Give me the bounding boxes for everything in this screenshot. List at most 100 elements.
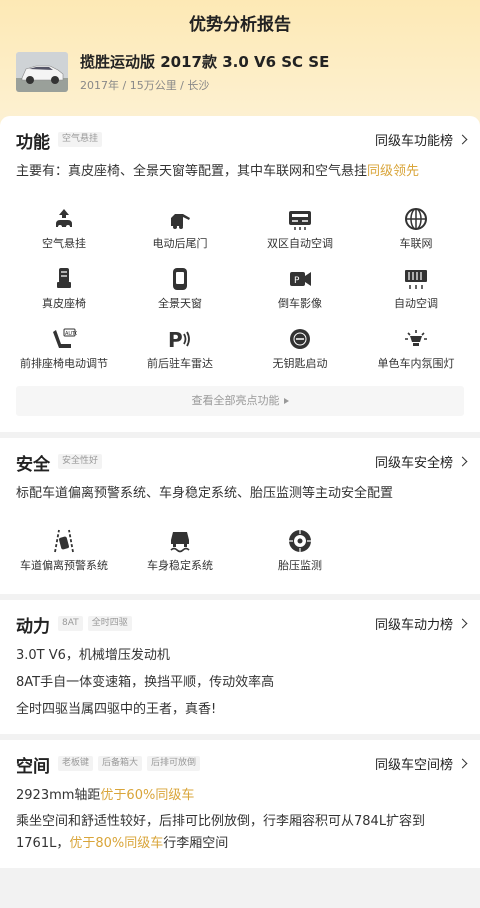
car-meta: 2017年 / 15万公里 / 长沙: [80, 77, 209, 93]
function-description: 主要有：真皮座椅、全景天窗等配置，其中车联网和空气悬挂同级领先: [16, 160, 466, 184]
feature-label: 空气悬挂: [4, 235, 124, 251]
power-tag: 全时四驱: [88, 616, 132, 631]
space-card: 空间 老板键 后备箱大 后排可放倒 同级车空间榜 2923mm轴距优于60%同级…: [0, 740, 480, 868]
feature-label: 单色车内氛围灯: [356, 355, 476, 371]
car-thumbnail: [16, 52, 68, 92]
chevron-right-icon: [458, 135, 468, 145]
space-tag: 后排可放倒: [147, 756, 200, 771]
feature-label: 车联网: [356, 235, 476, 251]
feature-item[interactable]: 车身稳定系统: [120, 528, 240, 573]
power-tailgate-icon: [167, 206, 193, 232]
function-title: 功能: [16, 128, 50, 153]
power-line: 3.0T V6，机械增压发动机: [16, 644, 466, 663]
panoramic-sunroof-icon: [167, 266, 193, 292]
function-tags: 空气悬挂: [58, 132, 102, 147]
feature-item[interactable]: 自动空调: [356, 266, 476, 311]
power-tags: 8AT 全时四驱: [58, 616, 132, 631]
space-rank-link[interactable]: 同级车空间榜: [375, 754, 466, 773]
space-line2-text: 乘坐空间和舒适性较好，后排可比例放倒，行李厢容积可从784L扩容到: [16, 814, 425, 829]
feature-item[interactable]: 电动后尾门: [120, 206, 240, 251]
feature-label: 全景天窗: [120, 295, 240, 311]
triangle-right-icon: [284, 398, 289, 404]
feature-item[interactable]: 无钥匙启动: [240, 326, 360, 371]
feature-label: 自动空调: [356, 295, 476, 311]
svg-text:P: P: [168, 328, 183, 352]
feature-item[interactable]: 双区自动空调: [240, 206, 360, 251]
space-header: 空间 老板键 后备箱大 后排可放倒 同级车空间榜: [16, 752, 466, 776]
space-tag: 后备箱大: [98, 756, 142, 771]
space-line1-highlight: 优于60%同级车: [100, 788, 194, 803]
feature-label: 真皮座椅: [4, 295, 124, 311]
space-line2-prefix: 1761L，: [16, 836, 69, 851]
power-seat-icon: AUTO: [51, 326, 77, 352]
space-tag: 老板键: [58, 756, 93, 771]
car-name: 揽胜运动版 2017款 3.0 V6 SC SE: [80, 51, 329, 72]
power-tag: 8AT: [58, 616, 83, 631]
parking-radar-icon: P: [167, 326, 193, 352]
page-title: 优势分析报告: [0, 10, 480, 35]
function-header: 功能 空气悬挂 同级车功能榜: [16, 128, 466, 152]
safety-tags: 安全性好: [58, 454, 102, 469]
see-all-features-button[interactable]: 查看全部亮点功能: [16, 386, 464, 416]
chevron-right-icon: [458, 619, 468, 629]
feature-label: 倒车影像: [240, 295, 360, 311]
feature-label: 前后驻车雷达: [120, 355, 240, 371]
feature-label: 前排座椅电动调节: [4, 355, 124, 371]
function-rank-label: 同级车功能榜: [375, 130, 453, 149]
svg-text:AUTO: AUTO: [65, 331, 77, 337]
space-title: 空间: [16, 752, 50, 777]
safety-header: 安全 安全性好 同级车安全榜: [16, 450, 466, 474]
space-rank-label: 同级车空间榜: [375, 754, 453, 773]
space-line2-suffix: 行李厢空间: [163, 836, 228, 851]
feature-label: 胎压监测: [240, 557, 360, 573]
see-all-label: 查看全部亮点功能: [192, 394, 280, 407]
auto-ac-icon: [403, 266, 429, 292]
feature-item[interactable]: 空气悬挂: [4, 206, 124, 251]
power-title: 动力: [16, 612, 50, 637]
feature-item[interactable]: 车联网: [356, 206, 476, 251]
space-tags: 老板键 后备箱大 后排可放倒: [58, 756, 200, 771]
space-line2-highlight: 优于80%同级车: [69, 836, 163, 851]
safety-title: 安全: [16, 450, 50, 475]
feature-item[interactable]: 车道偏离预警系统: [4, 528, 124, 573]
function-rank-link[interactable]: 同级车功能榜: [375, 130, 466, 149]
feature-item[interactable]: 全景天窗: [120, 266, 240, 311]
feature-label: 无钥匙启动: [240, 355, 360, 371]
space-trunk-line: 乘坐空间和舒适性较好，后排可比例放倒，行李厢容积可从784L扩容到 1761L，…: [16, 811, 466, 855]
function-card: 功能 空气悬挂 同级车功能榜 主要有：真皮座椅、全景天窗等配置，其中车联网和空气…: [0, 116, 480, 432]
power-rank-link[interactable]: 同级车动力榜: [375, 614, 466, 633]
chevron-right-icon: [458, 759, 468, 769]
power-card: 动力 8AT 全时四驱 同级车动力榜 3.0T V6，机械增压发动机 8AT手自…: [0, 600, 480, 734]
feature-label: 电动后尾门: [120, 235, 240, 251]
ambient-light-icon: [403, 326, 429, 352]
space-line1-text: 2923mm轴距: [16, 788, 100, 803]
car-header: 揽胜运动版 2017款 3.0 V6 SC SE 2017年 / 15万公里 /…: [16, 50, 464, 102]
connected-car-icon: [403, 206, 429, 232]
feature-item[interactable]: 单色车内氛围灯: [356, 326, 476, 371]
tire-pressure-icon: [287, 528, 313, 554]
function-desc-text: 主要有：真皮座椅、全景天窗等配置，其中车联网和空气悬挂: [16, 164, 367, 179]
feature-label: 双区自动空调: [240, 235, 360, 251]
svg-text:P: P: [294, 276, 300, 286]
feature-label: 车道偏离预警系统: [4, 557, 124, 573]
power-header: 动力 8AT 全时四驱 同级车动力榜: [16, 612, 466, 636]
dual-zone-ac-icon: [287, 206, 313, 232]
safety-rank-link[interactable]: 同级车安全榜: [375, 452, 466, 471]
feature-item[interactable]: 真皮座椅: [4, 266, 124, 311]
lane-departure-icon: [51, 528, 77, 554]
feature-item[interactable]: P 前后驻车雷达: [120, 326, 240, 371]
feature-item[interactable]: P 倒车影像: [240, 266, 360, 311]
leather-seat-icon: [51, 266, 77, 292]
reverse-camera-icon: P: [287, 266, 313, 292]
function-tag: 空气悬挂: [58, 132, 102, 147]
feature-item[interactable]: AUTO 前排座椅电动调节: [4, 326, 124, 371]
air-suspension-icon: [51, 206, 77, 232]
function-desc-highlight: 同级领先: [367, 164, 419, 179]
chevron-right-icon: [458, 457, 468, 467]
power-line: 全时四驱当属四驱中的王者，真香!: [16, 698, 466, 717]
safety-rank-label: 同级车安全榜: [375, 452, 453, 471]
feature-item[interactable]: 胎压监测: [240, 528, 360, 573]
keyless-start-icon: [287, 326, 313, 352]
safety-description: 标配车道偏离预警系统、车身稳定系统、胎压监测等主动安全配置: [16, 482, 466, 506]
safety-tag: 安全性好: [58, 454, 102, 469]
